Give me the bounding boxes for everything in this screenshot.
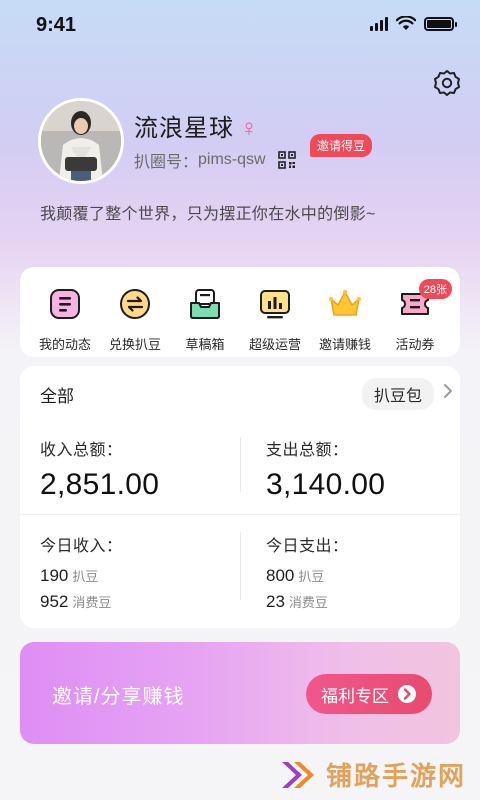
stat-value: 23 bbox=[266, 592, 285, 611]
today-income-beans: 190 扒豆 bbox=[40, 566, 240, 586]
shortcut-label: 超级运营 bbox=[248, 337, 301, 352]
income-total-value: 2,851.00 bbox=[40, 468, 160, 501]
status-icons bbox=[370, 16, 457, 31]
wifi-icon bbox=[396, 16, 416, 30]
invite-share-banner[interactable]: 邀请/分享赚钱 福利专区 bbox=[20, 642, 460, 744]
stat-unit: 扒豆 bbox=[72, 569, 99, 584]
divider bbox=[20, 514, 460, 515]
expense-total: 支出总额： 3,140.00 bbox=[266, 436, 466, 502]
today-expense-consume-beans: 23 消费豆 bbox=[266, 592, 466, 612]
shortcut-label: 兑换扒豆 bbox=[108, 337, 161, 352]
shortcut-label: 我的动态 bbox=[38, 337, 91, 352]
profile-header: 流浪星球 ♀ 扒圈号： pims-qsw 邀请得豆 bbox=[38, 98, 458, 188]
stat-value: 190 bbox=[40, 566, 69, 585]
today-expense: 今日支出： 800 扒豆 23 消费豆 bbox=[266, 532, 466, 612]
arrow-right-circle-icon bbox=[398, 685, 416, 703]
expense-total-label: 支出总额： bbox=[266, 442, 349, 459]
divider bbox=[240, 438, 241, 492]
today-expense-label: 今日支出： bbox=[266, 538, 349, 555]
bio: 我颠覆了整个世界，只为摆正你在水中的倒影~ bbox=[40, 206, 376, 223]
settings-gear-icon[interactable] bbox=[432, 68, 462, 98]
welfare-zone-label: 福利专区 bbox=[321, 686, 389, 706]
stat-value: 800 bbox=[266, 566, 295, 585]
user-id: 扒圈号： pims-qsw bbox=[134, 148, 296, 172]
shortcut-my-dynamics[interactable]: 我的动态 bbox=[30, 287, 100, 357]
income-total: 收入总额： 2,851.00 bbox=[40, 436, 240, 502]
chevron-right-icon[interactable] bbox=[442, 382, 454, 400]
watermark-text: 铺路手游网 bbox=[325, 761, 466, 791]
status-bar: 9:41 bbox=[0, 0, 480, 50]
expense-total-value: 3,140.00 bbox=[266, 468, 386, 501]
cellular-signal-icon bbox=[370, 16, 388, 31]
nickname-text: 流浪星球 bbox=[134, 115, 234, 142]
avatar-photo bbox=[41, 101, 121, 181]
banner-title: 邀请/分享赚钱 bbox=[52, 686, 185, 708]
exchange-icon bbox=[120, 289, 150, 319]
today-income-consume-beans: 952 消费豆 bbox=[40, 592, 240, 612]
divider bbox=[240, 532, 241, 600]
stat-unit: 消费豆 bbox=[288, 595, 328, 610]
avatar[interactable] bbox=[38, 98, 124, 184]
user-id-label: 扒圈号： bbox=[134, 154, 199, 171]
stat-unit: 扒豆 bbox=[298, 569, 325, 584]
operations-icon bbox=[260, 290, 290, 319]
battery-icon bbox=[424, 16, 457, 31]
watermark-logo-icon bbox=[281, 761, 314, 788]
shortcut-exchange-beans[interactable]: 兑换扒豆 bbox=[100, 287, 170, 357]
shortcut-super-operations[interactable]: 超级运营 bbox=[240, 287, 310, 357]
today-income-label: 今日收入： bbox=[40, 538, 123, 555]
shortcut-label: 活动券 bbox=[395, 337, 435, 352]
user-id-value: pims-qsw bbox=[198, 151, 266, 168]
coupon-count-badge: 28张 bbox=[418, 279, 452, 299]
welfare-zone-button[interactable]: 福利专区 bbox=[306, 674, 432, 714]
crown-icon bbox=[329, 289, 361, 316]
stat-value: 952 bbox=[40, 592, 69, 611]
shortcut-coupons[interactable]: 活动券 28张 bbox=[380, 279, 452, 357]
female-gender-icon: ♀ bbox=[240, 115, 259, 142]
dynamic-icon bbox=[50, 289, 80, 319]
today-income: 今日收入： 190 扒豆 952 消费豆 bbox=[40, 532, 240, 612]
shortcut-label: 邀请赚钱 bbox=[318, 337, 371, 352]
today-expense-beans: 800 扒豆 bbox=[266, 566, 466, 586]
wallet-summary-card: 全部 扒豆包 收入总额： 2,851.00 支出总额： 3,140.00 今日收… bbox=[20, 366, 460, 628]
wallet-filter-all[interactable]: 全部 bbox=[40, 382, 74, 407]
stat-unit: 消费豆 bbox=[72, 595, 112, 610]
qr-code-icon[interactable] bbox=[277, 151, 296, 169]
watermark: 铺路手游网 bbox=[280, 756, 466, 793]
income-total-label: 收入总额： bbox=[40, 442, 123, 459]
shortcut-menu: 我的动态 兑换扒豆 草稿箱 超级运营 邀请赚钱 活动券 28张 bbox=[20, 267, 460, 357]
invite-bonus-badge[interactable]: 邀请得豆 bbox=[310, 134, 373, 157]
shortcut-drafts[interactable]: 草稿箱 bbox=[170, 287, 240, 357]
shortcut-invite-earn[interactable]: 邀请赚钱 bbox=[310, 287, 380, 357]
shortcut-label: 草稿箱 bbox=[185, 337, 225, 352]
bean-wallet-button[interactable]: 扒豆包 bbox=[361, 378, 434, 410]
drafts-icon bbox=[190, 289, 220, 319]
status-time: 9:41 bbox=[36, 14, 77, 36]
nickname: 流浪星球 ♀ bbox=[134, 108, 259, 143]
